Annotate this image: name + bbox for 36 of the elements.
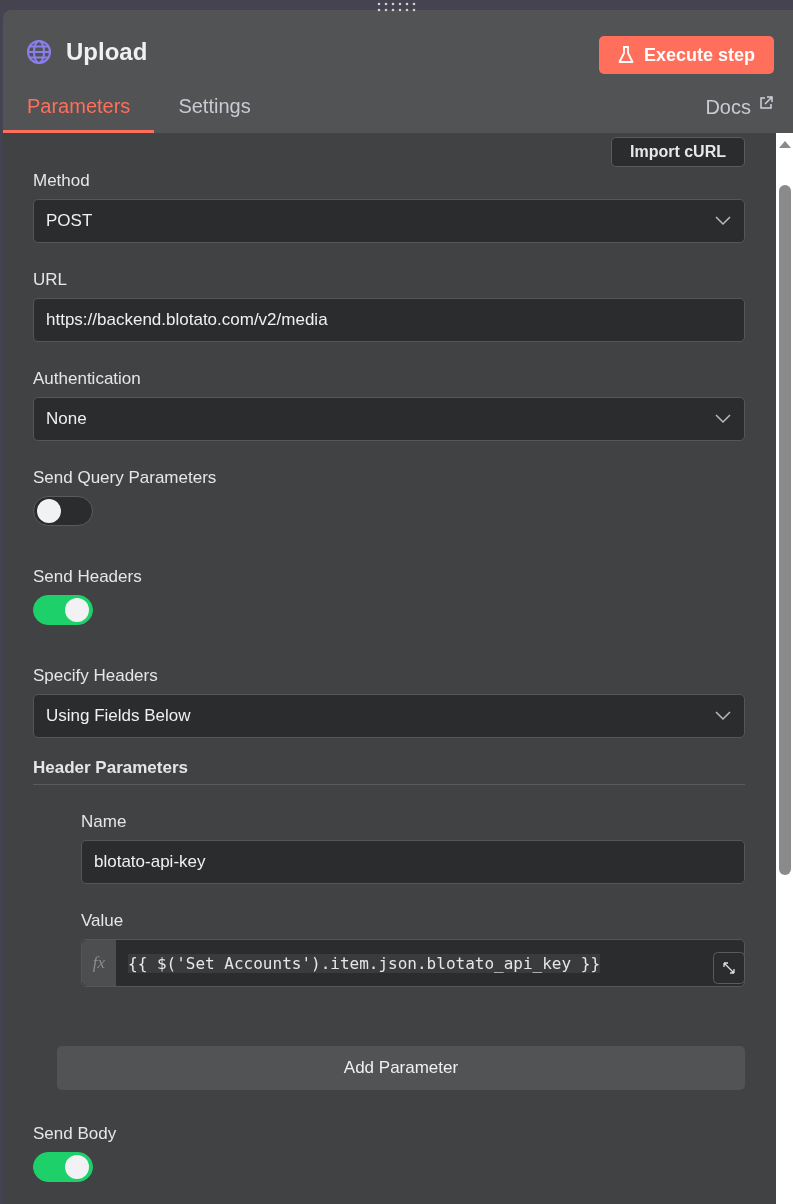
field-label: Value [81,911,124,931]
field-label: Send Body [33,1124,117,1144]
docs-link[interactable]: Docs [705,94,773,133]
input-field[interactable]: https://backend.blotato.com/v2/media [33,298,745,342]
select-field[interactable]: None [33,397,745,441]
window-title: Upload [66,38,148,66]
section-heading: Header Parameters [33,758,745,785]
select-field[interactable]: POST [33,199,745,243]
globe-icon [26,39,52,65]
toggle-switch[interactable] [33,595,93,625]
scroll-up-icon[interactable] [777,139,792,149]
expression-text: {{ $('Set Accounts').item.json.blotato_api_key }} [128,953,600,973]
expression-field[interactable]: fx {{ $('Set Accounts').item.json.blotato_api_key }} [81,939,745,987]
tab[interactable]: Settings [154,94,275,133]
import-curl-button[interactable]: Import cURL [611,137,745,167]
field-label: URL [33,270,67,290]
flask-icon [617,46,634,64]
scrollbar[interactable] [776,133,793,1204]
add-parameter-button[interactable]: Add Parameter [57,1046,745,1090]
field-label: Method [33,171,90,191]
toggle-switch[interactable] [33,1152,93,1182]
field-label: Name [81,812,127,832]
field-label: Authentication [33,369,141,389]
chevron-down-icon [715,711,731,721]
field-label: Send Headers [33,567,142,587]
expand-icon[interactable] [713,952,745,984]
input-field[interactable]: blotato-api-key [81,840,745,884]
external-link-icon [759,96,773,110]
scroll-thumb[interactable] [778,185,791,875]
select-field[interactable]: Using Fields Below [33,694,745,738]
fx-label: fx [82,940,116,986]
field-label: Send Query Parameters [33,468,217,488]
toggle-switch[interactable] [33,496,93,526]
chevron-down-icon [715,414,731,424]
field-label: Specify Headers [33,666,158,686]
chevron-down-icon [715,216,731,226]
